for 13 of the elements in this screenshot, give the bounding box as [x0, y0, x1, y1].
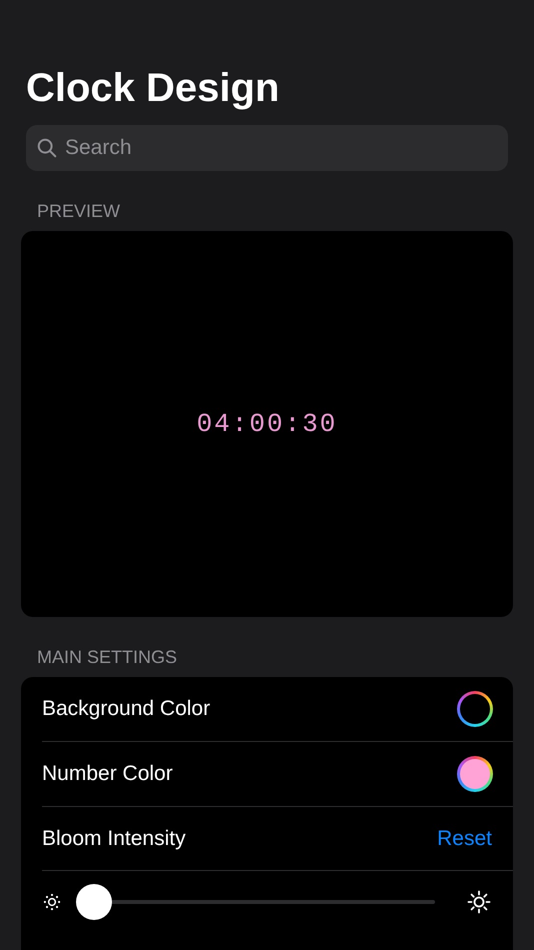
section-header: MAIN SETTINGS	[36, 646, 178, 669]
brightness-low-icon	[42, 892, 62, 912]
slider-thumb[interactable]	[76, 884, 112, 920]
section-header: PREVIEW	[36, 200, 122, 223]
reset-button[interactable]: Reset	[437, 822, 492, 854]
search-field[interactable]: Search	[26, 125, 508, 171]
search-icon	[36, 137, 58, 159]
setting-label: Bloom Intensity	[42, 826, 186, 852]
setting-label: Number Color	[42, 761, 173, 788]
brightness-high-icon	[467, 890, 491, 914]
page-title: Clock Design	[26, 65, 280, 112]
clock-time: 04:00:30	[196, 408, 338, 440]
setting-label: Background Color	[42, 696, 210, 722]
